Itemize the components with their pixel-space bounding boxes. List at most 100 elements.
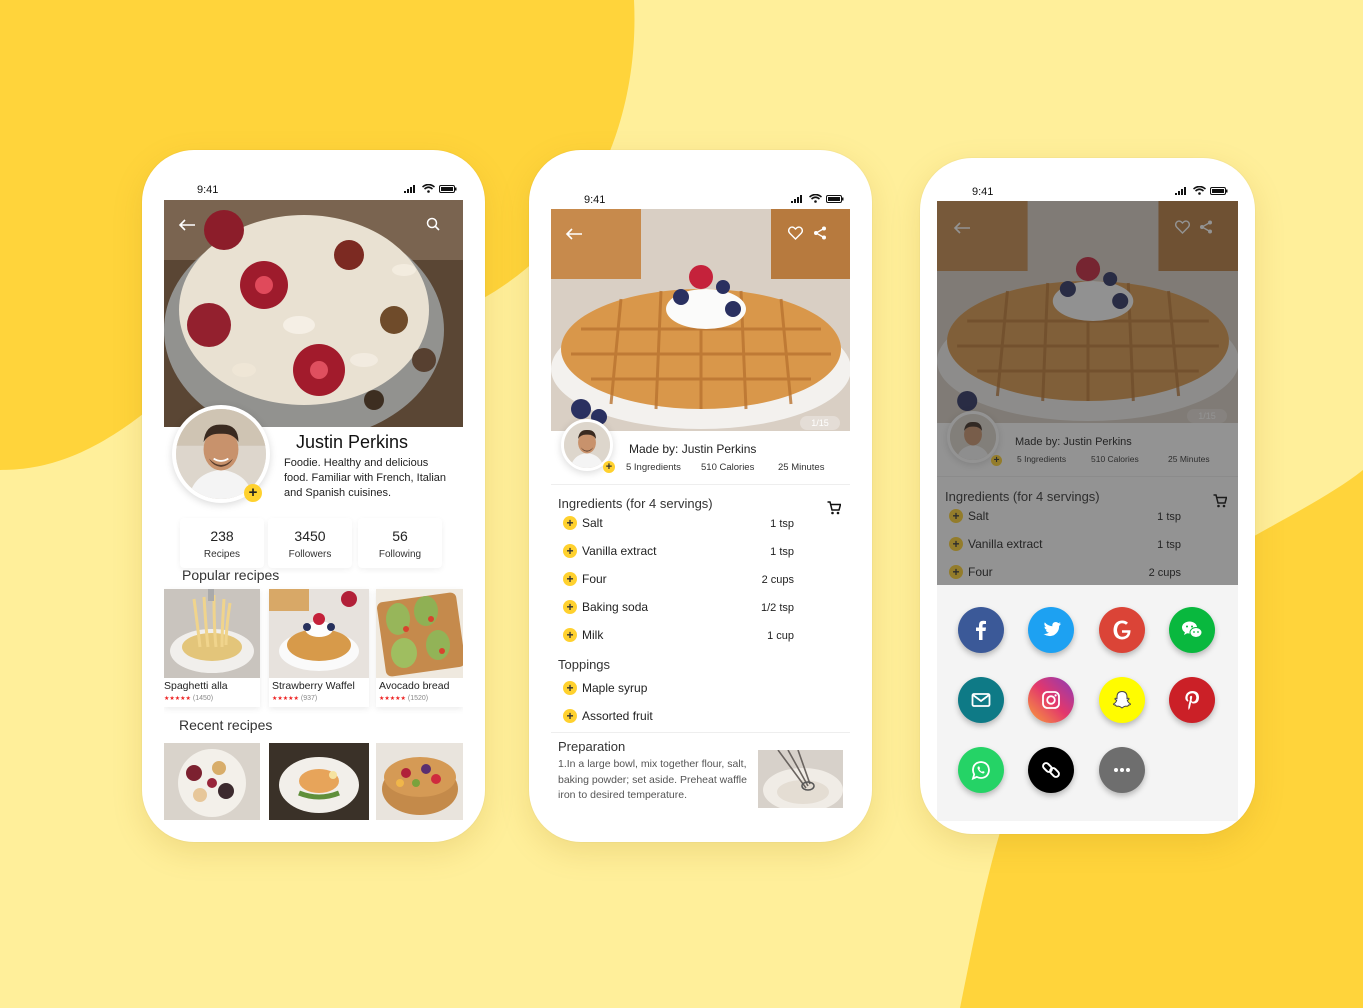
recipe-screen: 1/15 + Made by: Justin Perkins 5 Ingredi…: [551, 209, 850, 829]
avocado-bread-photo: [376, 589, 463, 678]
ingredient-qty: 1 tsp: [770, 518, 794, 530]
toppings-title: Toppings: [558, 657, 611, 672]
add-ingredient-icon[interactable]: +: [563, 628, 577, 642]
ingredient-qty: 2 cups: [761, 574, 794, 586]
stat-recipes-label: Recipes: [203, 549, 241, 560]
divider: [551, 484, 850, 485]
share-more-button[interactable]: [1099, 747, 1145, 793]
ingredient-name: Four: [582, 572, 607, 586]
ingredient-row[interactable]: + Vanilla extract: [563, 544, 656, 558]
topping-name: Assorted fruit: [582, 709, 653, 723]
share-twitter-button[interactable]: [1028, 607, 1074, 653]
spaghetti-photo: [164, 589, 260, 678]
share-pinterest-button[interactable]: [1169, 677, 1215, 723]
share-email-button[interactable]: [958, 677, 1004, 723]
ingredient-name: Milk: [582, 628, 604, 642]
add-ingredient-icon[interactable]: +: [563, 516, 577, 530]
status-bar: 9:41: [972, 186, 1228, 200]
whatsapp-icon: [971, 761, 990, 781]
profile-cover-photo: [164, 200, 463, 427]
back-arrow-icon[interactable]: [178, 218, 196, 232]
ingredient-qty: 1/2 tsp: [760, 602, 794, 614]
status-icons: [1175, 186, 1228, 195]
popular-recipe-rating: ★★★★★ (1520): [379, 695, 428, 702]
more-icon: [1114, 768, 1130, 772]
waffle-photo: [269, 589, 369, 678]
ingredient-qty: 1 tsp: [770, 546, 794, 558]
made-by-label: Made by: Justin Perkins: [629, 442, 757, 456]
battery-icon: [439, 184, 457, 193]
ingredient-row[interactable]: + Four: [563, 572, 607, 586]
share-screen: 1/15 + Made by: Justin Perkins 5 Ingredi…: [937, 201, 1238, 821]
ingredient-row[interactable]: + Baking soda: [563, 600, 648, 614]
add-topping-icon[interactable]: +: [563, 709, 577, 723]
preparation-photo[interactable]: [758, 750, 843, 808]
popular-recipe-card[interactable]: Strawberry Waffel ★★★★★ (937): [269, 589, 369, 707]
stat-following[interactable]: 56 Following: [358, 518, 442, 568]
ingredient-row[interactable]: + Salt: [563, 516, 603, 530]
popular-recipe-card[interactable]: Spaghetti alla ★★★★★ (1450): [164, 589, 260, 707]
back-arrow-icon[interactable]: [565, 227, 583, 241]
topping-row[interactable]: + Maple syrup: [563, 681, 647, 695]
phone-share-sheet: 9:41: [920, 158, 1255, 834]
rating-count: (937): [300, 695, 318, 702]
follow-author-button[interactable]: +: [603, 461, 615, 473]
popular-recipe-rating: ★★★★★ (937): [272, 695, 317, 702]
ingredients-title: Ingredients (for 4 servings): [558, 496, 713, 511]
email-icon: [971, 693, 991, 707]
topping-row[interactable]: + Assorted fruit: [563, 709, 653, 723]
recent-recipe-photo[interactable]: [164, 743, 260, 820]
preparation-text: 1.In a large bowl, mix together flour, s…: [558, 758, 747, 801]
meta-calories: 510 Calories: [701, 462, 755, 473]
rating-count: (1450): [192, 695, 214, 702]
meta-time: 25 Minutes: [778, 462, 825, 473]
status-time: 9:41: [197, 184, 219, 196]
profile-bio: Foodie. Healthy and delicious food. Fami…: [284, 457, 447, 499]
battery-icon: [1210, 186, 1228, 195]
recent-recipe-photo[interactable]: [269, 743, 369, 820]
phone-recipe-detail: 9:41 1/15 + Made by: Justin Perkins 5 In…: [529, 150, 872, 842]
add-topping-icon[interactable]: +: [563, 681, 577, 695]
signal-icon: [404, 184, 415, 193]
search-icon[interactable]: [426, 217, 440, 231]
status-icons: [404, 184, 457, 193]
cart-icon[interactable]: [827, 501, 841, 515]
follow-plus-button[interactable]: +: [244, 484, 262, 502]
share-google-button[interactable]: [1099, 607, 1145, 653]
heart-icon[interactable]: [788, 226, 803, 240]
share-wechat-button[interactable]: [1169, 607, 1215, 653]
popular-recipe-title: Strawberry Waffel: [272, 680, 355, 692]
link-icon: [1042, 762, 1060, 778]
status-bar: 9:41: [197, 184, 457, 198]
add-ingredient-icon[interactable]: +: [563, 600, 577, 614]
wechat-icon: [1182, 621, 1203, 638]
twitter-icon: [1043, 622, 1061, 637]
dim-overlay[interactable]: [937, 201, 1238, 585]
ingredient-qty: 1 cup: [767, 630, 794, 642]
recent-recipes-title: Recent recipes: [179, 717, 273, 733]
stat-followers-label: Followers: [288, 549, 332, 560]
popular-recipe-rating: ★★★★★ (1450): [164, 695, 213, 702]
recent-recipe-photo[interactable]: [376, 743, 463, 820]
popular-recipe-card[interactable]: Avocado bread ★★★★★ (1520): [376, 589, 463, 707]
stat-recipes[interactable]: 238 Recipes: [180, 518, 264, 568]
rating-stars: ★★★★★: [272, 696, 299, 702]
pinterest-icon: [1185, 691, 1199, 710]
share-icon[interactable]: [813, 226, 827, 240]
share-facebook-button[interactable]: [958, 607, 1004, 653]
popular-recipe-title: Avocado bread: [379, 680, 450, 692]
ingredient-row[interactable]: + Milk: [563, 628, 603, 642]
stat-followers[interactable]: 3450 Followers: [268, 518, 352, 568]
add-ingredient-icon[interactable]: +: [563, 544, 577, 558]
status-bar: 9:41: [584, 194, 844, 208]
popular-recipe-title: Spaghetti alla: [164, 680, 228, 692]
share-instagram-button[interactable]: [1028, 677, 1074, 723]
wifi-icon: [1193, 186, 1206, 195]
share-snapchat-button[interactable]: [1099, 677, 1145, 723]
battery-icon: [826, 194, 844, 203]
share-link-button[interactable]: [1028, 747, 1074, 793]
share-whatsapp-button[interactable]: [958, 747, 1004, 793]
add-ingredient-icon[interactable]: +: [563, 572, 577, 586]
facebook-icon: [976, 620, 986, 640]
stat-recipes-value: 238: [210, 528, 234, 544]
